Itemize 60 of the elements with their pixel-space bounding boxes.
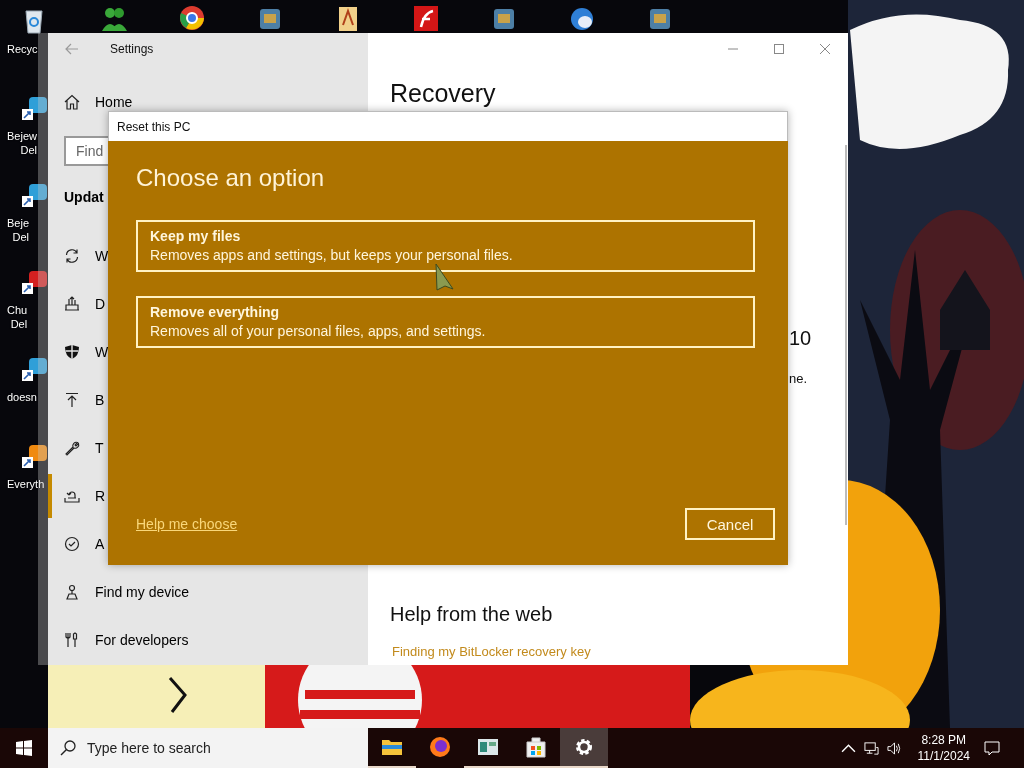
bag-icon [524,735,548,759]
tray-icon [64,488,80,504]
sidebar-item[interactable]: T [48,426,104,470]
check-circle-icon [64,536,80,552]
partial-text: ne. [789,370,808,388]
app-icon[interactable] [100,5,128,31]
tools-icon [64,632,80,648]
desktop-icon-label[interactable]: Beje Del [7,216,30,244]
shortcut-icon[interactable] [21,182,47,208]
sidebar-item[interactable]: For developers [48,618,189,662]
wrench-icon [64,440,80,456]
close-icon[interactable] [820,44,830,54]
desktop-icon-label[interactable]: Chu Del [7,303,28,331]
desktop-icon-label[interactable]: Bejew Del [7,129,37,157]
shortcut-icon[interactable] [21,443,47,469]
desktop-icon-label[interactable]: Recyc [7,42,38,56]
sidebar-item[interactable]: R [48,474,106,518]
desktop-icon-label[interactable]: doesn [7,390,37,404]
shield-icon [64,344,80,360]
app-icon[interactable] [412,5,440,31]
shortcut-icon[interactable] [21,95,47,121]
sidebar-item[interactable]: D [48,282,106,326]
app-icon[interactable] [568,5,596,31]
sync-icon [64,248,80,264]
shortcut-icon[interactable] [21,269,47,295]
network-icon[interactable] [863,740,879,756]
sidebar-item[interactable]: A [48,522,105,566]
person-pin-icon [64,584,80,600]
window-title: Settings [110,42,154,56]
option-button[interactable]: Keep my files Removes apps and settings, but keeps your personal files. [136,220,755,272]
dialog-title: Reset this PC [108,111,788,141]
browser-icon [428,735,452,759]
volume-icon[interactable] [886,740,902,756]
notification-icon[interactable] [984,740,1000,756]
dialog-heading: Choose an option [136,163,326,193]
sidebar-item[interactable]: Find my device [48,570,190,614]
section-heading: Updat [64,188,104,207]
clock[interactable]: 8:28 PM 11/1/2024 [917,732,970,764]
page-heading: Recovery [390,79,496,107]
tray-icon [64,296,80,312]
option-button[interactable]: Remove everything Removes all of your personal files, apps, and settings. [136,296,755,348]
partial-heading: 10 [789,326,812,351]
app-icon[interactable] [178,5,206,31]
cancel-button[interactable]: Cancel [685,508,775,540]
search-icon [60,740,76,756]
section-heading: Help from the web [390,602,553,627]
windows-logo-icon[interactable] [16,740,32,756]
cursor-icon [433,262,455,292]
sidebar-item[interactable]: B [48,378,105,422]
taskbar-search-field[interactable]: Type here to search [48,728,368,768]
sidebar-item[interactable]: W [48,234,109,278]
maximize-icon[interactable] [774,44,784,54]
upload-arrow-icon [64,392,80,408]
taskbar-app[interactable] [560,728,608,768]
shortcut-icon[interactable] [21,356,47,382]
sidebar-item[interactable]: W [48,330,109,374]
home-icon [64,94,80,110]
desktop-icon-label[interactable]: Everyth [7,477,45,491]
search-field[interactable]: Find [64,136,108,166]
scrollbar[interactable] [845,145,847,525]
